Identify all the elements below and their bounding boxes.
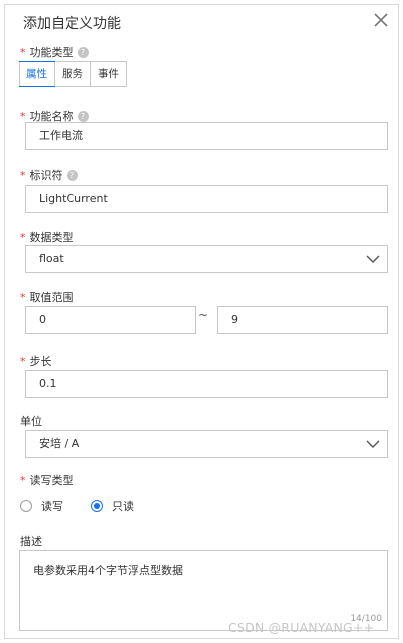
identifier-label: * 标识符 ?: [20, 167, 78, 183]
radio-read-only[interactable]: [91, 500, 103, 512]
help-icon[interactable]: ?: [77, 110, 89, 122]
access-label-text: 读写类型: [29, 474, 74, 487]
required-mark: *: [20, 109, 26, 123]
required-mark: *: [20, 45, 26, 59]
function-type-label-text: 功能类型: [29, 46, 74, 59]
access-label: * 读写类型: [20, 472, 74, 488]
watermark: CSDN @RUANYANG++: [228, 620, 375, 635]
description-textarea[interactable]: 电参数采用4个字节浮点型数据 14/100: [19, 550, 388, 631]
unit-label: 单位: [20, 413, 42, 429]
description-label: 描述: [20, 533, 42, 549]
required-mark: *: [20, 168, 26, 182]
function-type-segmented: 属性 服务 事件: [19, 61, 127, 87]
data-type-select[interactable]: float: [25, 245, 388, 273]
required-mark: *: [20, 290, 26, 304]
unit-value: 安培 / A: [39, 437, 80, 450]
required-mark: *: [20, 473, 26, 487]
help-icon[interactable]: ?: [77, 46, 89, 58]
radio-read-write-label[interactable]: 读写: [41, 498, 63, 514]
step-input[interactable]: 0.1: [25, 370, 388, 398]
tab-property[interactable]: 属性: [19, 61, 55, 87]
chevron-down-icon: [366, 255, 380, 263]
dialog-title: 添加自定义功能: [23, 16, 121, 32]
data-type-label-text: 数据类型: [29, 231, 74, 244]
identifier-label-text: 标识符: [29, 169, 63, 182]
data-type-value: float: [39, 252, 64, 265]
access-radio-group: 读写 只读: [20, 498, 134, 514]
close-icon[interactable]: [372, 11, 390, 29]
range-min-input[interactable]: 0: [25, 306, 196, 334]
step-label: * 步长: [20, 353, 52, 369]
required-mark: *: [20, 354, 26, 368]
radio-read-only-label[interactable]: 只读: [112, 498, 134, 514]
range-separator: ~: [198, 308, 209, 322]
range-label-text: 取值范围: [29, 291, 74, 304]
tab-event[interactable]: 事件: [90, 62, 126, 86]
unit-label-text: 单位: [20, 415, 42, 428]
description-value: 电参数采用4个字节浮点型数据: [33, 564, 183, 577]
function-name-input[interactable]: 工作电流: [25, 122, 388, 150]
radio-read-write[interactable]: [20, 500, 32, 512]
required-mark: *: [20, 230, 26, 244]
help-icon[interactable]: ?: [66, 169, 78, 181]
range-max-input[interactable]: 9: [217, 306, 388, 334]
identifier-input[interactable]: LightCurrent: [25, 185, 388, 213]
data-type-label: * 数据类型: [20, 229, 74, 245]
range-label: * 取值范围: [20, 289, 74, 305]
function-type-label: * 功能类型 ?: [20, 44, 89, 60]
unit-select[interactable]: 安培 / A: [25, 430, 388, 458]
description-label-text: 描述: [20, 535, 42, 548]
chevron-down-icon: [366, 440, 380, 448]
tab-service[interactable]: 服务: [54, 62, 90, 86]
step-label-text: 步长: [29, 355, 52, 368]
